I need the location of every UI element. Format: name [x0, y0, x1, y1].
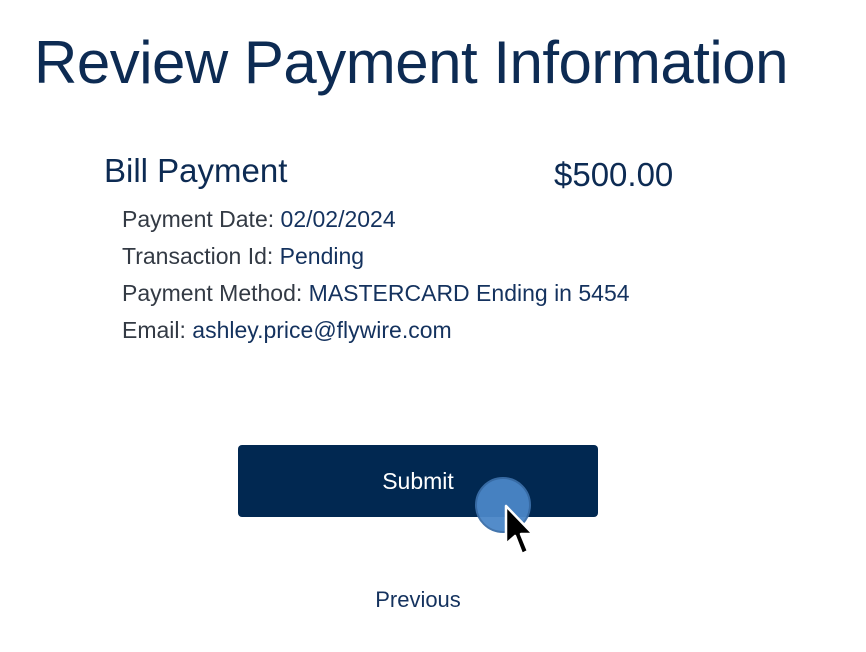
mouse-pointer-icon — [504, 504, 535, 556]
page-title: Review Payment Information — [34, 29, 789, 96]
email-row: Email: ashley.price@flywire.com — [122, 315, 630, 352]
previous-link[interactable]: Previous — [0, 587, 836, 613]
email-value: ashley.price@flywire.com — [192, 317, 452, 343]
payment-date-value: 02/02/2024 — [280, 206, 396, 232]
payment-date-row: Payment Date: 02/02/2024 — [122, 204, 630, 241]
bill-amount: $500.00 — [554, 156, 674, 193]
transaction-id-label: Transaction Id: — [122, 243, 280, 269]
payment-method-label: Payment Method: — [122, 280, 309, 306]
payment-method-value: MASTERCARD Ending in 5454 — [308, 280, 630, 306]
payment-method-row: Payment Method: MASTERCARD Ending in 545… — [122, 278, 630, 315]
payment-date-label: Payment Date: — [122, 206, 281, 232]
bill-title: Bill Payment — [104, 152, 288, 189]
email-label: Email: — [122, 317, 193, 343]
submit-button[interactable]: Submit — [238, 445, 598, 517]
transaction-id-row: Transaction Id: Pending — [122, 241, 630, 278]
transaction-id-value: Pending — [279, 243, 365, 269]
payment-details-list: Payment Date: 02/02/2024 Transaction Id:… — [122, 204, 630, 352]
